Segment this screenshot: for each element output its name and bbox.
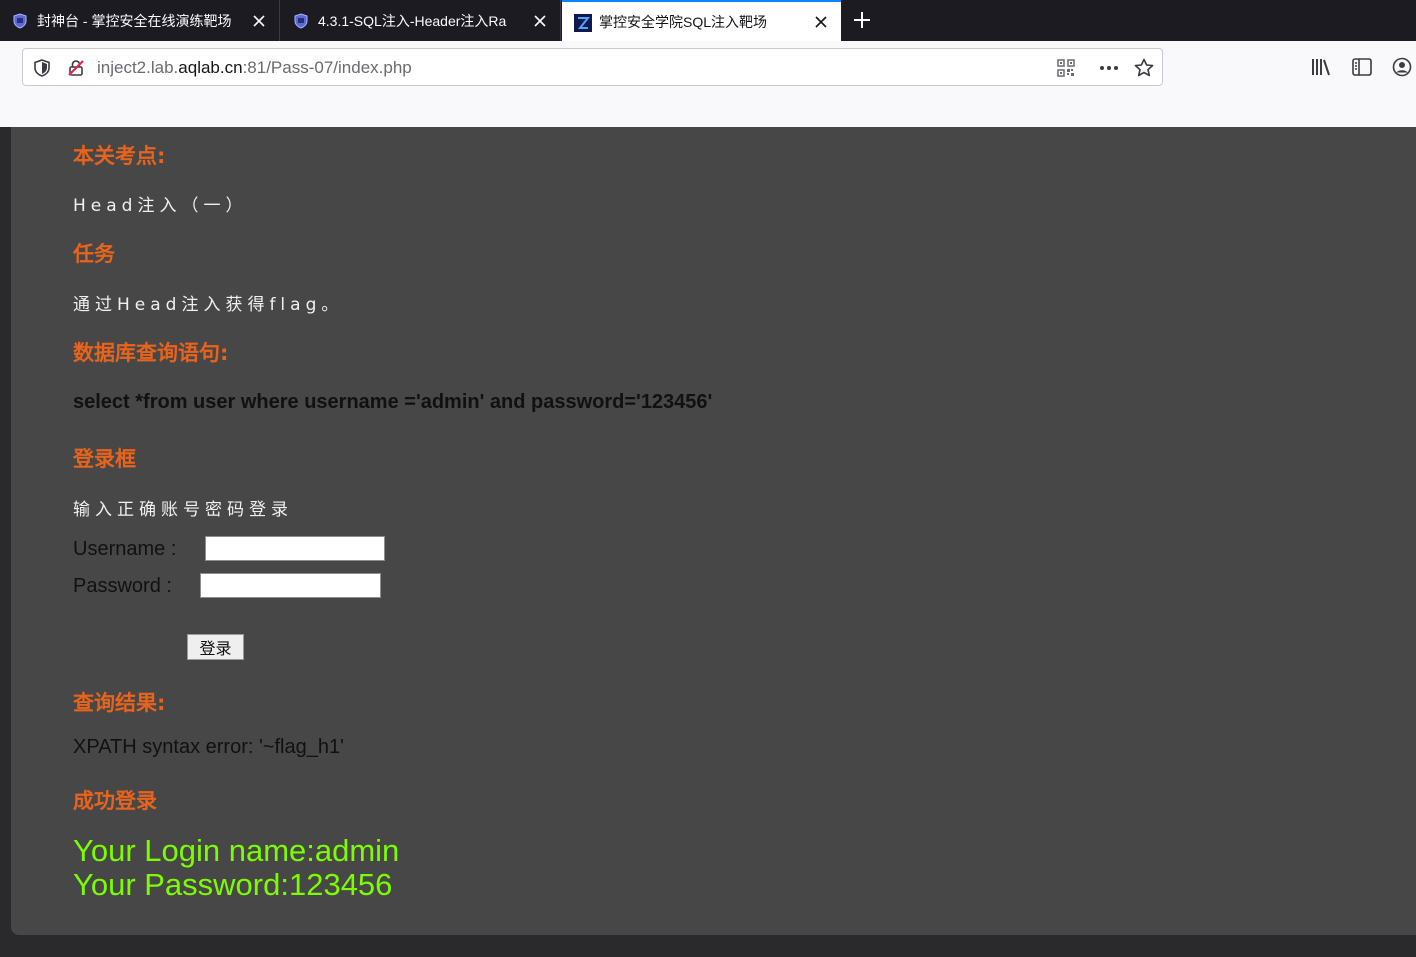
- library-icon[interactable]: [1311, 56, 1333, 78]
- username-label: Username :: [73, 538, 177, 560]
- address-bar[interactable]: inject2.lab.aqlab.cn:81/Pass-07/index.ph…: [22, 48, 1163, 86]
- new-tab-plus-icon[interactable]: [850, 8, 874, 32]
- tab-strip: 封神台 - 掌控安全在线演练靶场 4.3.1-SQL注入-Header注入Ra …: [0, 0, 1416, 41]
- page-actions-more-icon[interactable]: [1099, 58, 1119, 78]
- account-icon[interactable]: [1391, 56, 1413, 78]
- heading-task: 任务: [73, 242, 115, 266]
- tab-sql-injection-range[interactable]: 掌控安全学院SQL注入靶场: [562, 0, 841, 41]
- login-hint: 输入正确账号密码登录: [73, 500, 293, 520]
- navigation-toolbar: inject2.lab.aqlab.cn:81/Pass-07/index.ph…: [0, 41, 1416, 127]
- tab-title: 封神台 - 掌控安全在线演练靶场: [37, 12, 232, 29]
- tab-header-injection[interactable]: 4.3.1-SQL注入-Header注入Ra: [281, 0, 561, 41]
- password-output: Your Password:123456: [73, 867, 393, 902]
- close-tab-icon[interactable]: [811, 12, 831, 32]
- heading-login-box: 登录框: [73, 447, 136, 471]
- heading-points: 本关考点:: [73, 144, 166, 168]
- close-tab-icon[interactable]: [530, 11, 550, 31]
- tab-fengshentai[interactable]: 封神台 - 掌控安全在线演练靶场: [0, 0, 280, 41]
- page-content-area: 本关考点: Head注入（一） 任务 通过Head注入获得flag。 数据库查询…: [11, 127, 1416, 935]
- heading-login-success: 成功登录: [73, 789, 157, 813]
- bookmark-star-icon[interactable]: [1134, 58, 1154, 78]
- login-name-output: Your Login name:admin: [73, 833, 400, 868]
- url-text[interactable]: inject2.lab.aqlab.cn:81/Pass-07/index.ph…: [97, 58, 412, 78]
- close-tab-icon[interactable]: [249, 11, 269, 31]
- tracking-protection-shield-icon[interactable]: [32, 58, 52, 78]
- tab-title: 掌控安全学院SQL注入靶场: [599, 13, 768, 30]
- password-label: Password :: [73, 575, 172, 597]
- password-input[interactable]: [200, 573, 381, 598]
- zk-logo-favicon-icon: [574, 13, 592, 32]
- qr-code-icon[interactable]: [1056, 58, 1076, 78]
- heading-query: 数据库查询语句:: [73, 341, 229, 365]
- shield-favicon-icon: [293, 12, 309, 29]
- username-input[interactable]: [205, 536, 385, 561]
- points-text: Head注入（一）: [73, 196, 248, 216]
- insecure-connection-lock-icon[interactable]: [66, 58, 86, 78]
- query-text: select *from user where username ='admin…: [73, 391, 713, 413]
- sidebar-toggle-icon[interactable]: [1351, 56, 1373, 78]
- login-button[interactable]: 登录: [187, 634, 244, 660]
- tab-title: 4.3.1-SQL注入-Header注入Ra: [318, 12, 507, 29]
- task-text: 通过Head注入获得flag。: [73, 295, 344, 315]
- query-result-text: XPATH syntax error: '~flag_h1': [73, 736, 344, 758]
- heading-query-result: 查询结果:: [73, 691, 166, 715]
- shield-favicon-icon: [12, 12, 28, 29]
